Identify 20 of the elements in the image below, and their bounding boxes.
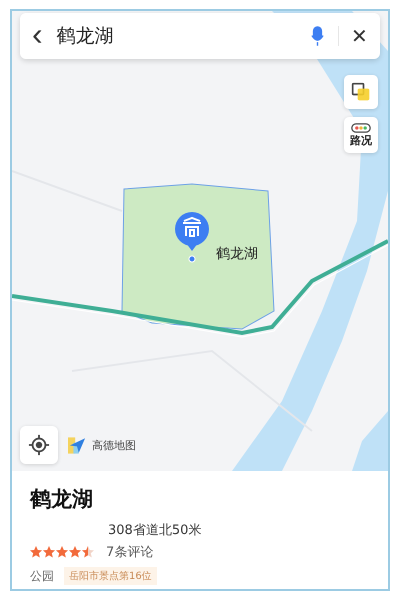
- close-button[interactable]: ✕: [339, 24, 380, 48]
- map-pin-icon[interactable]: [172, 211, 212, 263]
- search-field[interactable]: 鹤龙湖: [56, 23, 311, 49]
- paper-plane-icon: [68, 436, 86, 454]
- marker-label: 鹤龙湖: [216, 245, 258, 263]
- place-name: 鹤龙湖: [30, 486, 94, 513]
- review-count[interactable]: 7条评论: [106, 543, 154, 561]
- locate-button[interactable]: [20, 426, 58, 464]
- back-button[interactable]: ‹: [20, 18, 43, 54]
- traffic-light-icon: [351, 122, 371, 132]
- locate-icon: [28, 434, 50, 456]
- search-bar[interactable]: ‹ 鹤龙湖 ✕: [20, 13, 380, 59]
- layers-icon: [351, 82, 371, 102]
- layers-button[interactable]: [344, 75, 378, 109]
- microphone-icon[interactable]: [311, 26, 324, 46]
- traffic-button[interactable]: 路况: [344, 117, 378, 153]
- place-category: 公园: [30, 568, 54, 584]
- map-logo: 高德地图: [92, 438, 136, 452]
- place-address: 308省道北50米: [108, 522, 202, 539]
- rank-tag: 岳阳市景点第16位: [64, 567, 157, 585]
